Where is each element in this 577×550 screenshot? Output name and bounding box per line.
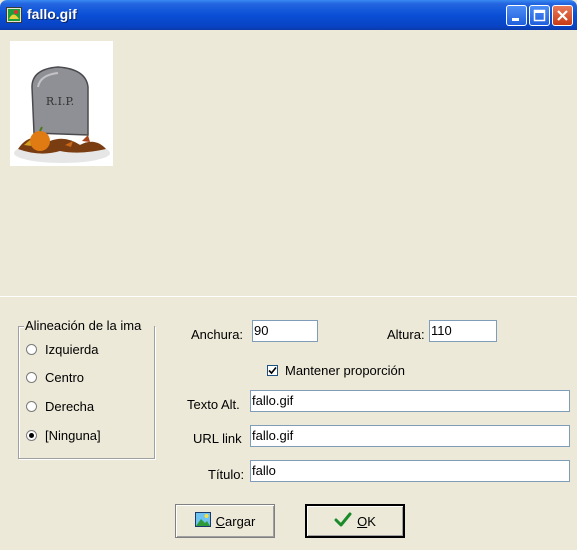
radio-label: [Ninguna] bbox=[45, 427, 101, 443]
minimize-button[interactable] bbox=[506, 5, 527, 26]
tombstone-text: R.I.P. bbox=[46, 95, 74, 108]
height-field[interactable]: 110 bbox=[429, 320, 497, 342]
radio-circle-icon[interactable] bbox=[26, 400, 37, 412]
title-field[interactable]: fallo bbox=[250, 460, 570, 482]
width-label: Anchura: bbox=[191, 327, 244, 342]
radio-circle-icon[interactable] bbox=[26, 371, 37, 383]
close-button[interactable] bbox=[552, 5, 573, 26]
maximize-button[interactable] bbox=[529, 5, 550, 26]
ok-button[interactable]: OK bbox=[305, 504, 405, 538]
keep-ratio-checkbox[interactable]: Mantener proporción bbox=[267, 362, 405, 378]
title-bar[interactable]: fallo.gif bbox=[0, 0, 577, 30]
radio-circle-icon[interactable] bbox=[26, 429, 37, 441]
radio-label: Izquierda bbox=[45, 341, 99, 357]
image-thumbnail: R.I.P. bbox=[10, 41, 113, 166]
app-icon[interactable] bbox=[6, 7, 22, 23]
alt-text-label: Texto Alt. bbox=[187, 397, 240, 412]
image-preview-area: R.I.P. bbox=[2, 30, 575, 296]
divider bbox=[0, 296, 577, 297]
radio-circle-icon[interactable] bbox=[26, 343, 37, 355]
picture-icon bbox=[194, 512, 211, 530]
window-title: fallo.gif bbox=[27, 6, 77, 22]
ok-button-label: OK bbox=[357, 513, 376, 529]
title-label: Título: bbox=[208, 467, 245, 482]
checkbox-box-icon[interactable] bbox=[267, 364, 278, 376]
radio-label: Derecha bbox=[45, 398, 95, 414]
radio-izquierda[interactable]: Izquierda bbox=[26, 340, 98, 358]
url-link-label: URL link bbox=[193, 431, 242, 446]
radio-ninguna[interactable]: [Ninguna] bbox=[26, 426, 101, 444]
height-label: Altura: bbox=[387, 327, 425, 342]
radio-label: Centro bbox=[45, 369, 85, 385]
load-button-label: Cargar bbox=[215, 513, 256, 529]
alignment-group-label: Alineación de la ima bbox=[24, 318, 154, 333]
radio-centro[interactable]: Centro bbox=[26, 368, 84, 386]
load-button[interactable]: Cargar bbox=[175, 504, 275, 538]
alt-text-field[interactable]: fallo.gif bbox=[250, 390, 570, 412]
checkmark-icon bbox=[334, 512, 352, 531]
url-link-field[interactable]: fallo.gif bbox=[250, 425, 570, 447]
radio-derecha[interactable]: Derecha bbox=[26, 397, 94, 415]
width-field[interactable]: 90 bbox=[252, 320, 318, 342]
keep-ratio-label: Mantener proporción bbox=[285, 362, 405, 378]
